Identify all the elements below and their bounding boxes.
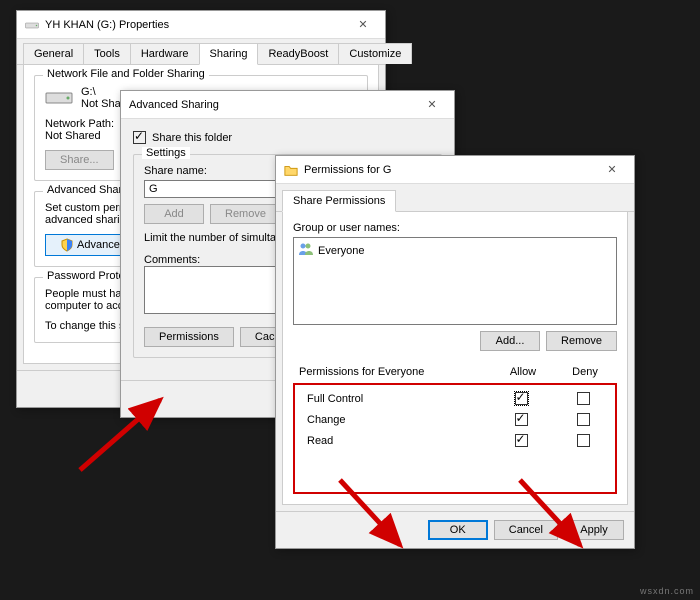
tab-customize[interactable]: Customize	[338, 43, 412, 64]
permissions-for-label: Permissions for Everyone	[295, 363, 491, 381]
cancel-button[interactable]: Cancel	[494, 520, 558, 540]
add-share-button[interactable]: Add	[144, 204, 204, 224]
properties-tabs: General Tools Hardware Sharing ReadyBoos…	[17, 39, 385, 65]
remove-share-button[interactable]: Remove	[210, 204, 281, 224]
tab-share-permissions[interactable]: Share Permissions	[282, 190, 396, 212]
shield-icon	[60, 238, 74, 252]
drive-small-icon	[25, 18, 39, 32]
tab-readyboost[interactable]: ReadyBoost	[257, 43, 339, 64]
network-path-label: Network Path:	[45, 118, 114, 130]
deny-read-checkbox[interactable]	[577, 434, 590, 447]
allow-full-control-checkbox[interactable]	[515, 392, 528, 405]
deny-change-checkbox[interactable]	[577, 413, 590, 426]
user-list[interactable]: Everyone	[293, 237, 617, 325]
close-icon[interactable]: ✕	[594, 156, 630, 183]
perm-row-read: Read	[297, 431, 613, 450]
remove-user-button[interactable]: Remove	[546, 331, 617, 351]
close-icon[interactable]: ✕	[345, 11, 381, 38]
permissions-buttons: OK Cancel Apply	[276, 511, 634, 548]
perm-row-change: Change	[297, 410, 613, 429]
deny-full-control-checkbox[interactable]	[577, 392, 590, 405]
network-path-value: Not Shared	[45, 130, 101, 142]
allow-header: Allow	[493, 363, 553, 381]
group-user-label: Group or user names:	[293, 222, 617, 234]
allow-change-checkbox[interactable]	[515, 413, 528, 426]
folder-icon	[284, 163, 298, 177]
close-icon[interactable]: ✕	[414, 91, 450, 118]
deny-header: Deny	[555, 363, 615, 381]
user-everyone[interactable]: Everyone	[298, 242, 612, 259]
advanced-sharing-dialog-title: Advanced Sharing	[129, 99, 414, 111]
share-button[interactable]: Share...	[45, 150, 114, 170]
tab-sharing[interactable]: Sharing	[199, 43, 259, 65]
permissions-header-row: Permissions for Everyone Allow Deny	[293, 361, 617, 383]
advanced-sharing-titlebar[interactable]: Advanced Sharing ✕	[121, 91, 454, 119]
permissions-pane: Group or user names: Everyone Add... Rem…	[282, 212, 628, 505]
ok-button[interactable]: OK	[428, 520, 488, 540]
perm-row-full-control: Full Control	[297, 389, 613, 408]
watermark-text: wsxdn.com	[640, 586, 694, 596]
checkbox-icon	[133, 131, 146, 144]
users-icon	[298, 242, 314, 259]
permissions-dialog: Permissions for G ✕ Share Permissions Gr…	[275, 155, 635, 549]
add-user-button[interactable]: Add...	[480, 331, 540, 351]
properties-title: YH KHAN (G:) Properties	[45, 19, 345, 31]
network-sharing-title: Network File and Folder Sharing	[43, 68, 209, 80]
permissions-list: Full Control Change Read	[293, 383, 617, 494]
tab-hardware[interactable]: Hardware	[130, 43, 200, 64]
tab-general[interactable]: General	[23, 43, 84, 64]
allow-read-checkbox[interactable]	[515, 434, 528, 447]
tab-tools[interactable]: Tools	[83, 43, 131, 64]
drive-icon	[45, 87, 73, 110]
permissions-button[interactable]: Permissions	[144, 327, 234, 347]
settings-label: Settings	[142, 147, 190, 159]
permissions-title: Permissions for G	[304, 164, 594, 176]
apply-button[interactable]: Apply	[564, 520, 624, 540]
permissions-titlebar[interactable]: Permissions for G ✕	[276, 156, 634, 184]
share-folder-checkbox[interactable]: Share this folder	[133, 131, 442, 144]
properties-titlebar[interactable]: YH KHAN (G:) Properties ✕	[17, 11, 385, 39]
permissions-tabs: Share Permissions	[276, 184, 634, 212]
